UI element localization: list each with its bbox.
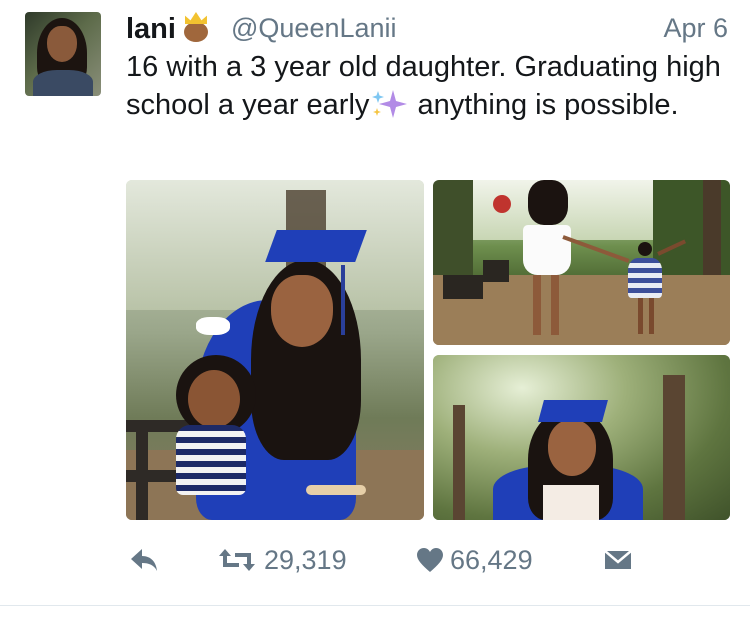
media-photo-2[interactable] xyxy=(433,180,730,345)
media-photo-3[interactable] xyxy=(433,355,730,520)
reply-icon xyxy=(131,549,157,571)
tweet-text: 16 with a 3 year old daughter. Graduatin… xyxy=(126,48,736,124)
tweet-header: lani @QueenLanii Apr 6 xyxy=(126,10,730,50)
retweet-count: 29,319 xyxy=(264,544,347,575)
avatar-shirt xyxy=(33,70,93,96)
like-button[interactable]: 66,429 xyxy=(416,540,533,580)
tweet-actions: 29,319 66,429 xyxy=(126,540,736,580)
avatar-face xyxy=(47,26,77,62)
direct-message-button[interactable] xyxy=(604,540,632,580)
retweet-icon xyxy=(219,549,255,571)
retweet-button[interactable]: 29,319 xyxy=(218,540,347,580)
envelope-icon xyxy=(604,550,632,569)
reply-button[interactable] xyxy=(128,540,160,580)
divider xyxy=(0,605,750,606)
sparkles-icon xyxy=(372,90,408,118)
tweet-date[interactable]: Apr 6 xyxy=(663,13,728,44)
user-handle[interactable]: @QueenLanii xyxy=(231,13,397,44)
media-photo-1[interactable] xyxy=(126,180,424,520)
avatar[interactable] xyxy=(25,12,101,96)
heart-icon xyxy=(417,548,443,572)
like-count: 66,429 xyxy=(450,544,533,575)
tweet-text-part2: anything is possible. xyxy=(409,89,679,121)
display-name[interactable]: lani xyxy=(126,12,214,46)
princess-emoji-icon xyxy=(178,12,214,42)
